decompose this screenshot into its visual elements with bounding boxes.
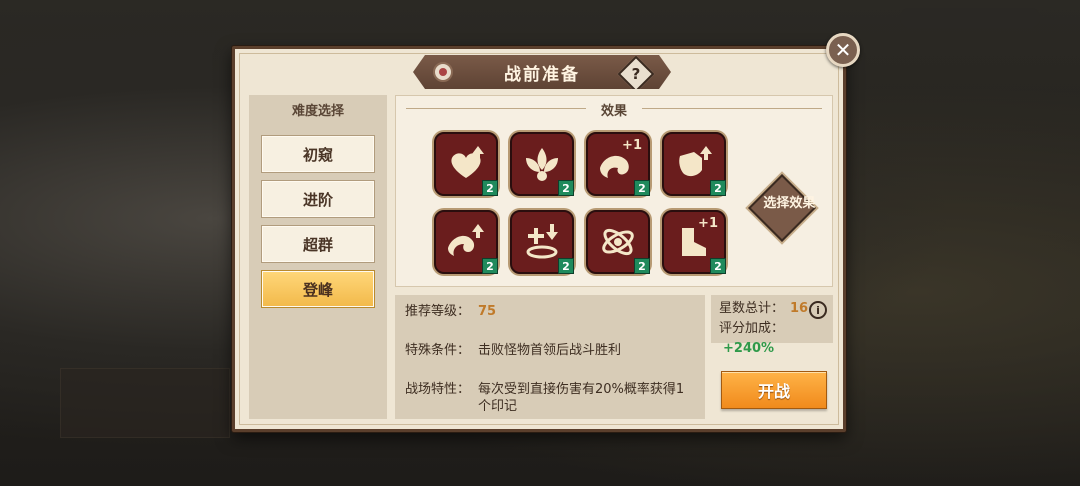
background-strip xyxy=(900,8,1040,28)
difficulty-option-1[interactable]: 初窥 xyxy=(261,135,375,173)
effects-panel: 效果 2 2 +1 2 2 选择效果 2 2 2 +1 2 xyxy=(395,95,833,287)
difficulty-option-3[interactable]: 超群 xyxy=(261,225,375,263)
recommended-level-value: 75 xyxy=(478,304,497,319)
select-effect-label: 选择效果 xyxy=(763,195,816,211)
effect-slot-7[interactable]: 2 xyxy=(586,210,650,274)
title-ornament-icon xyxy=(433,62,453,82)
plus-one-label: +1 xyxy=(698,216,718,231)
special-condition-row: 特殊条件： 击败怪物首领后战斗胜利 xyxy=(405,342,695,359)
battlefield-trait-label: 战场特性： xyxy=(405,382,471,397)
effects-header: 效果 xyxy=(600,104,627,119)
pre-battle-dialog: 战前准备 ? 难度选择 初窥 进阶 超群 登峰 效果 2 2 +1 2 2 选择… xyxy=(232,46,846,432)
effect-slot-4[interactable]: 2 xyxy=(662,132,726,196)
effect-slot-5[interactable]: 2 xyxy=(434,210,498,274)
effect-slot-8[interactable]: +1 2 xyxy=(662,210,726,274)
close-button[interactable]: ✕ xyxy=(826,33,860,67)
special-condition-label: 特殊条件： xyxy=(405,343,471,358)
start-battle-button[interactable]: 开战 xyxy=(721,371,827,409)
level-badge: 2 xyxy=(634,180,650,196)
level-badge: 2 xyxy=(710,180,726,196)
background-card xyxy=(60,368,230,438)
difficulty-option-4[interactable]: 登峰 xyxy=(261,270,375,308)
stage-info-panel: 推荐等级： 75 特殊条件： 击败怪物首领后战斗胜利 战场特性： 每次受到直接伤害有2… xyxy=(395,295,705,419)
level-badge: 2 xyxy=(634,258,650,274)
select-effect-button[interactable]: 选择效果 xyxy=(748,174,816,242)
effect-slot-2[interactable]: 2 xyxy=(510,132,574,196)
effect-slot-1[interactable]: 2 xyxy=(434,132,498,196)
level-badge: 2 xyxy=(710,258,726,274)
recommended-level-row: 推荐等级： 75 xyxy=(405,303,695,320)
score-bonus-label: 评分加成： xyxy=(719,321,785,336)
battlefield-trait-row: 战场特性： 每次受到直接伤害有20%概率获得1个印记 xyxy=(405,381,695,415)
stars-panel: 星数总计： 16 评分加成： +240% i xyxy=(711,295,833,356)
question-icon: ? xyxy=(631,65,641,83)
score-bonus-row: 评分加成： +240% xyxy=(719,319,825,359)
difficulty-header: 难度选择 xyxy=(291,104,344,119)
special-condition-value: 击败怪物首领后战斗胜利 xyxy=(478,343,622,358)
help-button[interactable]: ? xyxy=(618,56,655,93)
level-badge: 2 xyxy=(482,258,498,274)
star-total-label: 星数总计： xyxy=(719,301,785,316)
level-badge: 2 xyxy=(482,180,498,196)
difficulty-option-2[interactable]: 进阶 xyxy=(261,180,375,218)
title-plate: 战前准备 ? xyxy=(413,55,671,89)
header-divider xyxy=(642,108,822,109)
effect-slot-6[interactable]: 2 xyxy=(510,210,574,274)
recommended-level-label: 推荐等级： xyxy=(405,304,471,319)
star-total-value: 16 xyxy=(790,301,809,316)
effect-slot-3[interactable]: +1 2 xyxy=(586,132,650,196)
level-badge: 2 xyxy=(558,258,574,274)
battlefield-trait-value: 每次受到直接伤害有20%概率获得1个印记 xyxy=(478,382,685,414)
score-bonus-value: +240% xyxy=(723,341,775,356)
plus-one-label: +1 xyxy=(622,138,642,153)
dialog-title: 战前准备 xyxy=(504,64,580,85)
info-icon[interactable]: i xyxy=(809,301,827,319)
level-badge: 2 xyxy=(558,180,574,196)
difficulty-panel: 难度选择 初窥 进阶 超群 登峰 xyxy=(249,95,387,419)
